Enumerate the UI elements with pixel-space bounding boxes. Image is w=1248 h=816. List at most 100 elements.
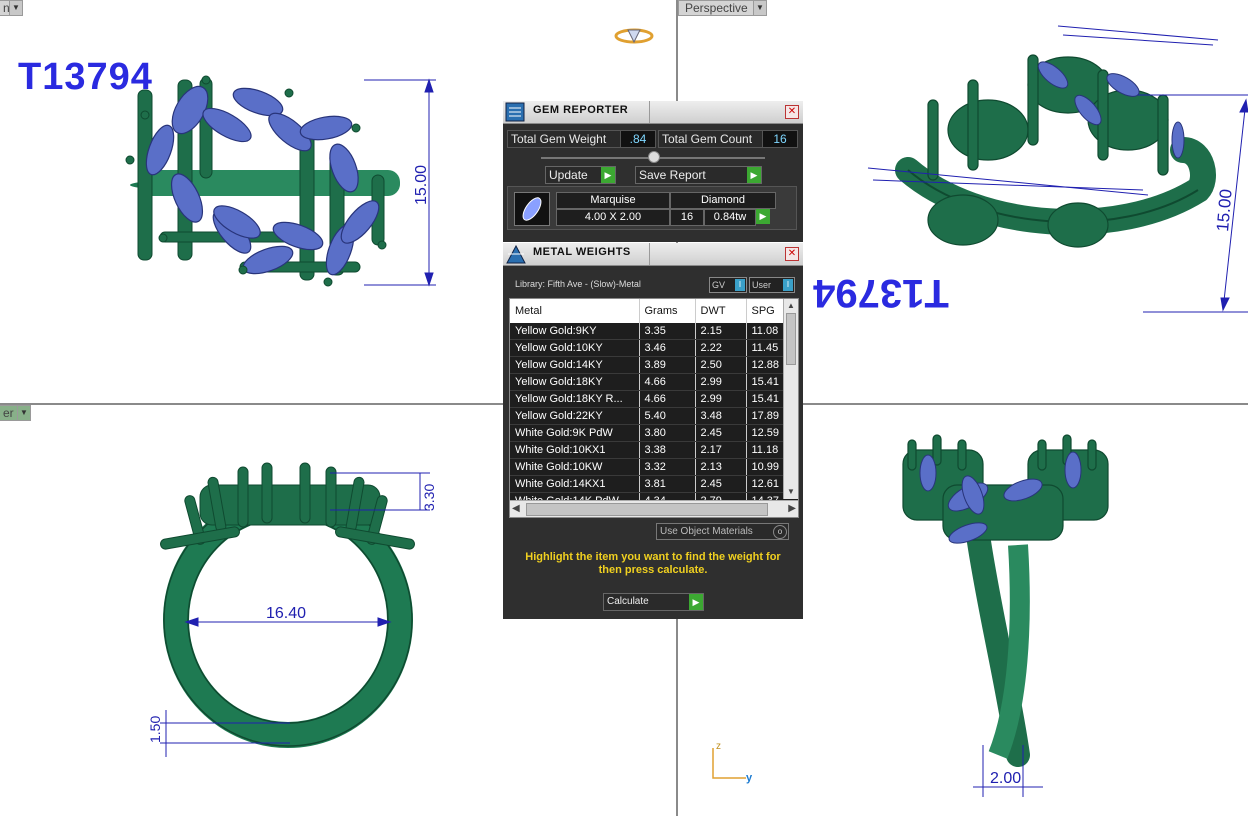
user-toggle[interactable]: User I xyxy=(749,277,795,293)
gem-reporter-titlebar[interactable]: GEM REPORTER ✕ xyxy=(503,101,803,124)
column-header-dwt[interactable]: DWT xyxy=(695,299,747,323)
perspective-height-dim: 15.00 xyxy=(1213,188,1236,232)
table-row[interactable]: Yellow Gold:18KY 4.66 2.99 15.41 xyxy=(510,373,798,391)
total-gem-count-label: Total Gem Count xyxy=(658,130,764,148)
table-cell: Yellow Gold:14KY xyxy=(510,356,640,374)
vertical-scrollbar[interactable]: ▲ ▼ xyxy=(783,299,798,499)
table-cell: White Gold:10KW xyxy=(510,458,640,476)
gem-reporter-title: GEM REPORTER xyxy=(533,104,629,116)
metal-weights-panel: METAL WEIGHTS ✕ Library: Fifth Ave - (Sl… xyxy=(503,243,803,619)
table-row[interactable]: Yellow Gold:14KY 3.89 2.50 12.88 xyxy=(510,356,798,374)
gem-report-icon xyxy=(505,102,525,122)
column-header-grams[interactable]: Grams xyxy=(639,299,696,323)
gem-details-button[interactable]: ▶ xyxy=(756,209,770,224)
inner-diameter-dim: 16.40 xyxy=(266,605,306,622)
total-gem-weight-value: .84 xyxy=(620,130,656,148)
total-gem-weight-label: Total Gem Weight xyxy=(507,130,624,148)
table-cell: 3.46 xyxy=(639,339,696,357)
save-report-button[interactable]: Save Report ▶ xyxy=(635,166,762,184)
front-height-dim: 15.00 xyxy=(413,165,430,205)
table-cell: White Gold:14KX1 xyxy=(510,475,640,493)
table-cell: White Gold:10KX1 xyxy=(510,441,640,459)
toggle-icon: I xyxy=(735,279,745,291)
axis-z-label: z xyxy=(716,741,721,752)
play-icon: ▶ xyxy=(601,167,615,183)
table-cell: 5.40 xyxy=(639,407,696,425)
gv-toggle[interactable]: GV I xyxy=(709,277,747,293)
table-cell: 2.17 xyxy=(695,441,747,459)
table-cell: Yellow Gold:18KY xyxy=(510,373,640,391)
metal-weights-title: METAL WEIGHTS xyxy=(533,246,631,258)
gem-count: 16 xyxy=(670,209,704,226)
table-cell: 3.38 xyxy=(639,441,696,459)
gem-shape: Marquise xyxy=(556,192,670,209)
axis-indicator: z y xyxy=(706,740,756,785)
scroll-left-icon[interactable]: ◀ xyxy=(512,501,520,517)
gem-type: Diamond xyxy=(670,192,776,209)
table-cell: 4.66 xyxy=(639,373,696,391)
table-cell: 3.35 xyxy=(639,323,696,340)
table-header-row: Metal Grams DWT SPG xyxy=(510,299,798,323)
play-icon: ▶ xyxy=(689,594,703,610)
marquise-gem-icon xyxy=(514,192,550,226)
scroll-thumb[interactable] xyxy=(786,313,796,365)
scroll-right-icon[interactable]: ▶ xyxy=(788,501,796,517)
instruction-text: Highlight the item you want to find the … xyxy=(525,551,781,576)
top-height-dim: 3.30 xyxy=(421,484,437,511)
table-cell: 3.89 xyxy=(639,356,696,374)
column-header-metal[interactable]: Metal xyxy=(510,299,640,323)
metal-table: Metal Grams DWT SPG Yellow Gold:9KY 3.35 2… xyxy=(510,299,798,510)
table-cell: 2.45 xyxy=(695,424,747,442)
gem-reporter-panel: GEM REPORTER ✕ Total Gem Weight .84 Tota… xyxy=(503,101,803,242)
play-icon: ▶ xyxy=(747,167,761,183)
h-scroll-thumb[interactable] xyxy=(526,503,768,516)
table-row[interactable]: Yellow Gold:18KY R... 4.66 2.99 15.41 xyxy=(510,390,798,408)
table-cell: 2.22 xyxy=(695,339,747,357)
table-cell: 2.13 xyxy=(695,458,747,476)
axis-y-label: y xyxy=(746,772,753,784)
calculate-button[interactable]: Calculate ▶ xyxy=(603,593,704,611)
shank-width-dim: 2.00 xyxy=(990,770,1021,787)
gem-size: 4.00 X 2.00 xyxy=(556,209,670,226)
table-cell: 2.15 xyxy=(695,323,747,340)
table-cell: 2.99 xyxy=(695,390,747,408)
table-cell: 3.48 xyxy=(695,407,747,425)
table-cell: Yellow Gold:18KY R... xyxy=(510,390,640,408)
close-icon[interactable]: ✕ xyxy=(785,247,799,261)
table-cell: White Gold:9K PdW xyxy=(510,424,640,442)
metal-table-container[interactable]: Metal Grams DWT SPG Yellow Gold:9KY 3.35 2… xyxy=(509,298,799,518)
table-row[interactable]: White Gold:10KX1 3.38 2.17 11.18 xyxy=(510,441,798,459)
shank-thickness-dim: 1.50 xyxy=(147,716,163,743)
table-cell: 3.80 xyxy=(639,424,696,442)
scale-icon xyxy=(505,244,526,264)
table-cell: 2.99 xyxy=(695,373,747,391)
table-cell: 3.81 xyxy=(639,475,696,493)
table-row[interactable]: White Gold:10KW 3.32 2.13 10.99 xyxy=(510,458,798,476)
table-cell: Yellow Gold:22KY xyxy=(510,407,640,425)
scroll-up-icon[interactable]: ▲ xyxy=(784,299,798,313)
close-icon[interactable]: ✕ xyxy=(785,105,799,119)
scroll-down-icon[interactable]: ▼ xyxy=(784,485,798,499)
metal-weights-titlebar[interactable]: METAL WEIGHTS ✕ xyxy=(503,243,803,266)
total-gem-count-value: 16 xyxy=(762,130,798,148)
toggle-icon: o xyxy=(773,525,787,539)
table-cell: 3.32 xyxy=(639,458,696,476)
table-cell: Yellow Gold:9KY xyxy=(510,323,640,340)
table-cell: 2.45 xyxy=(695,475,747,493)
slider-handle[interactable] xyxy=(648,151,660,163)
horizontal-scrollbar[interactable]: ◀ ▶ xyxy=(510,500,798,517)
gem-weight: 0.84tw xyxy=(704,209,756,226)
toggle-icon: I xyxy=(783,279,793,291)
update-button[interactable]: Update ▶ xyxy=(545,166,616,184)
table-cell: 2.50 xyxy=(695,356,747,374)
table-row[interactable]: White Gold:9K PdW 3.80 2.45 12.59 xyxy=(510,424,798,442)
table-row[interactable]: Yellow Gold:10KY 3.46 2.22 11.45 xyxy=(510,339,798,357)
table-cell: Yellow Gold:10KY xyxy=(510,339,640,357)
use-object-materials-toggle[interactable]: Use Object Materials o xyxy=(656,523,789,540)
library-label: Library: Fifth Ave - (Slow)-Metal xyxy=(515,279,641,289)
table-row[interactable]: Yellow Gold:9KY 3.35 2.15 11.08 xyxy=(510,323,798,340)
gem-row[interactable]: Marquise Diamond 4.00 X 2.00 16 0.84tw ▶ xyxy=(507,186,797,230)
table-row[interactable]: White Gold:14KX1 3.81 2.45 12.61 xyxy=(510,475,798,493)
table-cell: 4.66 xyxy=(639,390,696,408)
table-row[interactable]: Yellow Gold:22KY 5.40 3.48 17.89 xyxy=(510,407,798,425)
